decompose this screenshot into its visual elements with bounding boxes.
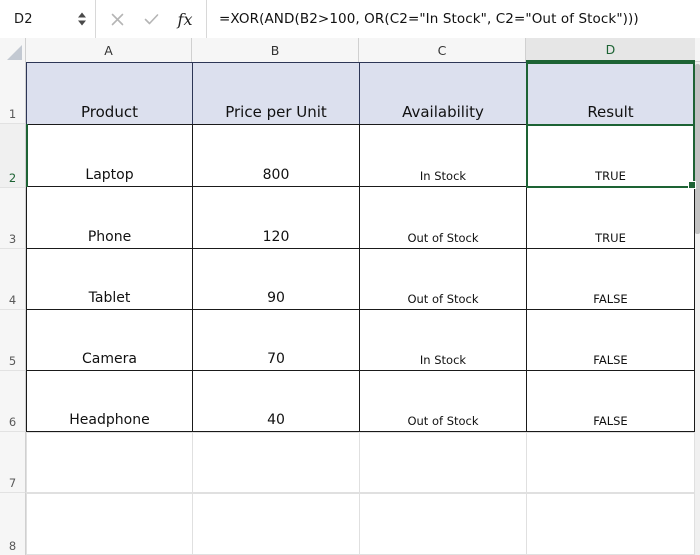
cell-a3[interactable]: Phone	[26, 186, 193, 249]
insert-function-button[interactable]: fx	[168, 0, 202, 38]
cell-a5[interactable]: Camera	[26, 309, 193, 371]
cell-b5[interactable]: 70	[192, 309, 360, 371]
cell-b3[interactable]: 120	[192, 186, 360, 249]
spinner-down-icon[interactable]	[78, 20, 86, 26]
name-box-spinner[interactable]	[78, 12, 86, 26]
cell-a7[interactable]	[26, 432, 193, 493]
cell-c7[interactable]	[359, 432, 527, 493]
cell-d6[interactable]: FALSE	[526, 370, 695, 432]
cell-d3[interactable]: TRUE	[526, 186, 695, 249]
cell-c1[interactable]: Availability	[359, 62, 527, 125]
cell-b2[interactable]: 800	[192, 124, 360, 187]
cell-b6[interactable]: 40	[192, 370, 360, 432]
selected-column-top-edge	[526, 62, 695, 64]
column-header-b[interactable]: B	[192, 38, 359, 62]
row-header-8[interactable]: 8	[0, 493, 26, 555]
cancel-formula-button[interactable]	[100, 0, 134, 38]
cell-d7[interactable]	[526, 432, 695, 493]
row-header-4[interactable]: 4	[0, 249, 26, 310]
cell-d4[interactable]: FALSE	[526, 248, 695, 310]
select-all-button[interactable]	[0, 38, 26, 62]
cell-b1[interactable]: Price per Unit	[192, 62, 360, 125]
cell-c6[interactable]: Out of Stock	[359, 370, 527, 432]
confirm-formula-button[interactable]	[134, 0, 168, 38]
cell-c8[interactable]	[359, 493, 527, 555]
cell-c2[interactable]: In Stock	[359, 124, 527, 187]
cell-d5[interactable]: FALSE	[526, 309, 695, 371]
cell-d2[interactable]: TRUE	[526, 124, 695, 187]
name-box[interactable]: D2	[0, 0, 96, 38]
cell-c5[interactable]: In Stock	[359, 309, 527, 371]
selected-row-marker	[26, 124, 28, 187]
cell-c3[interactable]: Out of Stock	[359, 186, 527, 249]
cell-b8[interactable]	[192, 493, 360, 555]
spreadsheet-grid: A B C D 1 2 3 4 5 6 7 8 Product Price pe…	[0, 38, 700, 555]
fill-handle[interactable]	[688, 181, 696, 189]
cell-d1[interactable]: Result	[526, 62, 695, 125]
formula-input[interactable]: =XOR(AND(B2>100, OR(C2="In Stock", C2="O…	[207, 0, 700, 38]
selected-column-right-edge	[693, 62, 695, 125]
cell-a6[interactable]: Headphone	[26, 370, 193, 432]
cell-a1[interactable]: Product	[26, 62, 193, 125]
formula-bar-actions: fx	[96, 0, 207, 38]
vertical-scrollbar-thumb[interactable]	[695, 64, 700, 234]
formula-bar: D2 fx =XOR(AND(B2>100, OR(C2="In Stock",…	[0, 0, 700, 39]
column-header-d[interactable]: D	[526, 38, 695, 62]
cell-d8[interactable]	[526, 493, 695, 555]
row-header-1[interactable]: 1	[0, 62, 26, 124]
row-header-6[interactable]: 6	[0, 371, 26, 432]
row-header-5[interactable]: 5	[0, 310, 26, 371]
selected-column-left-edge	[526, 62, 528, 125]
column-header-c[interactable]: C	[359, 38, 526, 62]
row-header-2[interactable]: 2	[0, 124, 26, 188]
cell-a8[interactable]	[26, 493, 193, 555]
name-box-value: D2	[14, 11, 33, 27]
cell-a4[interactable]: Tablet	[26, 248, 193, 310]
row-header-3[interactable]: 3	[0, 188, 26, 249]
row-header-7[interactable]: 7	[0, 432, 26, 493]
cell-c4[interactable]: Out of Stock	[359, 248, 527, 310]
fx-icon: fx	[177, 9, 193, 29]
select-all-triangle-icon	[7, 45, 22, 60]
column-header-a[interactable]: A	[26, 38, 192, 62]
cell-b7[interactable]	[192, 432, 360, 493]
cell-b4[interactable]: 90	[192, 248, 360, 310]
cell-a2[interactable]: Laptop	[26, 124, 193, 187]
spinner-up-icon[interactable]	[78, 12, 86, 18]
